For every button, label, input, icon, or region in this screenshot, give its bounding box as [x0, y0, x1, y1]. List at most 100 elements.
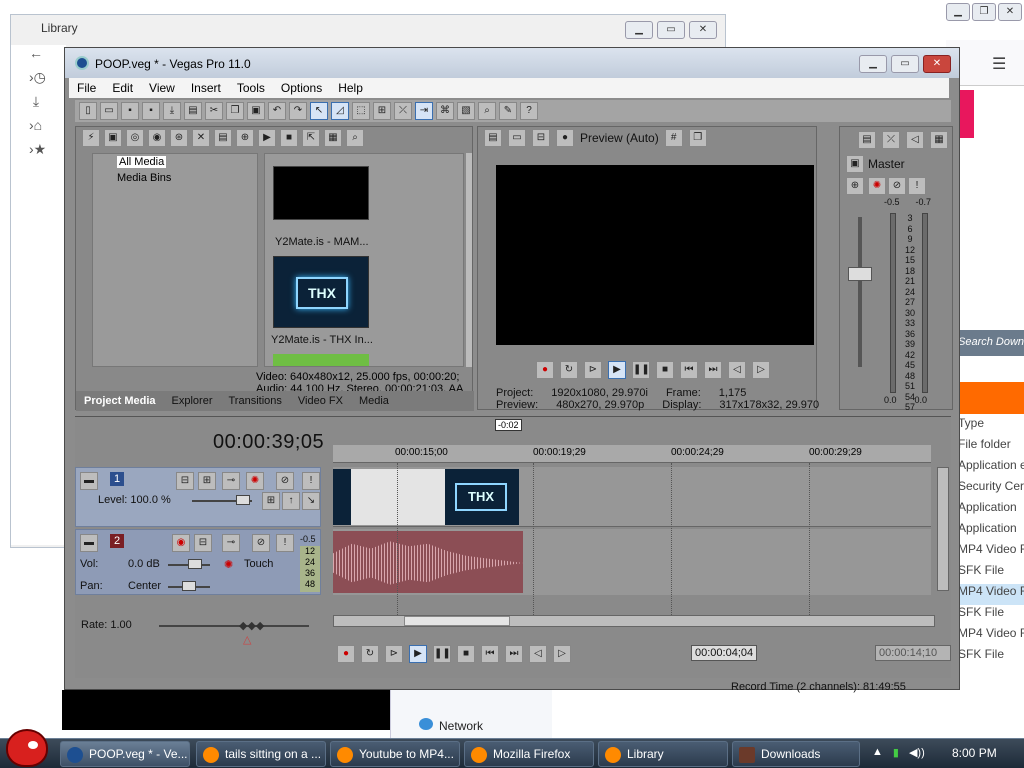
- compositing-mode-icon[interactable]: ⊸: [222, 472, 240, 490]
- menu-tools[interactable]: Tools: [229, 78, 273, 98]
- video-clip[interactable]: [351, 469, 445, 525]
- list-item[interactable]: SFK File: [956, 605, 1024, 626]
- video-clip[interactable]: [333, 469, 351, 525]
- rate-slider-handle[interactable]: ◆◆◆: [239, 619, 264, 632]
- menu-view[interactable]: View: [141, 78, 183, 98]
- list-item-selected[interactable]: MP4 Video Fi: [956, 584, 1024, 605]
- timeline-hscroll[interactable]: [333, 615, 935, 627]
- external-monitor-icon[interactable]: ▭: [508, 129, 526, 147]
- restore-button[interactable]: ❐: [972, 3, 996, 21]
- battery-icon[interactable]: ▮: [893, 746, 899, 759]
- stop-media-icon[interactable]: ■: [280, 129, 298, 147]
- video-track-lane[interactable]: THX: [333, 467, 931, 527]
- pause-icon[interactable]: ❚❚: [433, 645, 451, 663]
- close-button[interactable]: ✕: [689, 21, 717, 39]
- track-fx-icon[interactable]: ⊞: [198, 472, 216, 490]
- go-to-end-icon[interactable]: ⏭: [505, 645, 523, 663]
- close-button[interactable]: ✕: [998, 3, 1022, 21]
- make-compositing-child-icon[interactable]: ↘: [302, 492, 320, 510]
- stop-icon[interactable]: ■: [656, 361, 674, 379]
- automation-mode-dropdown[interactable]: Touch: [244, 558, 273, 570]
- tab-media-generators[interactable]: Media: [351, 391, 397, 411]
- mute-icon[interactable]: ⊘: [252, 534, 270, 552]
- mute-icon[interactable]: ⊘: [888, 177, 906, 195]
- list-item[interactable]: SFK File: [956, 563, 1024, 584]
- track-minimize-icon[interactable]: ▬: [80, 472, 98, 490]
- video-track-header[interactable]: ▬ 1 ⊟ ⊞ ⊸ ✺ ⊘ ! Level: 100.0 % ⊞ ↑ ↘: [75, 467, 321, 527]
- undo-icon[interactable]: ↶: [268, 102, 286, 120]
- views-icon[interactable]: ▦: [324, 129, 342, 147]
- tree-node-all-media[interactable]: All Media: [93, 154, 257, 170]
- lock-envelopes-icon[interactable]: ⌘: [436, 102, 454, 120]
- mixer-properties-icon[interactable]: ▤: [858, 131, 876, 149]
- downloads-icon[interactable]: ⤓: [11, 93, 66, 117]
- prev-frame-icon[interactable]: ◁: [529, 645, 547, 663]
- record-icon[interactable]: ●: [337, 645, 355, 663]
- arm-record-icon[interactable]: ✺: [868, 177, 886, 195]
- selection-length-field[interactable]: 00:00:14;10: [875, 645, 951, 661]
- play-from-start-icon[interactable]: ⊳: [584, 361, 602, 379]
- go-to-end-icon[interactable]: ⏭: [704, 361, 722, 379]
- maximize-button[interactable]: ▭: [657, 21, 685, 39]
- loop-icon[interactable]: ↻: [560, 361, 578, 379]
- mute-icon[interactable]: ⊘: [276, 472, 294, 490]
- back-arrow-icon[interactable]: ←: [11, 45, 66, 69]
- media-thumbnail[interactable]: [273, 354, 369, 366]
- timeline-ruler[interactable]: 00:00:15;00 00:00:19;29 00:00:24;29 00:0…: [333, 445, 931, 463]
- arm-record-icon[interactable]: ◉: [172, 534, 190, 552]
- menu-file[interactable]: File: [69, 78, 104, 98]
- pause-icon[interactable]: ❚❚: [632, 361, 650, 379]
- open-icon[interactable]: ▭: [100, 102, 118, 120]
- cut-icon[interactable]: ✂: [205, 102, 223, 120]
- parent-compositing-icon[interactable]: ⊞: [262, 492, 280, 510]
- auto-crossfade-icon[interactable]: ⤫: [394, 102, 412, 120]
- selection-tool-icon[interactable]: ⬚: [352, 102, 370, 120]
- master-fader-handle[interactable]: [848, 267, 872, 281]
- properties-icon[interactable]: ▤: [184, 102, 202, 120]
- tab-explorer[interactable]: Explorer: [164, 391, 221, 411]
- preview-quality-icon[interactable]: ●: [556, 129, 574, 147]
- list-item[interactable]: MP4 Video Fi: [956, 626, 1024, 647]
- copy-snapshot-icon[interactable]: ❐: [688, 129, 707, 147]
- list-item[interactable]: MP4 Video Fi: [956, 542, 1024, 563]
- search-downloads-input[interactable]: Search Downl: [956, 330, 1024, 356]
- tab-video-fx[interactable]: Video FX: [290, 391, 351, 411]
- network-label[interactable]: Network: [439, 719, 483, 733]
- maximize-button[interactable]: ▭: [891, 55, 919, 73]
- list-item[interactable]: Application: [956, 500, 1024, 521]
- history-icon[interactable]: ›◷: [11, 69, 66, 93]
- render-icon[interactable]: ⤓: [163, 102, 181, 120]
- save-as-icon[interactable]: ▪: [142, 102, 160, 120]
- get-media-icon[interactable]: ◎: [126, 129, 144, 147]
- taskbar-item-firefox-2[interactable]: Youtube to MP4...: [330, 741, 460, 767]
- go-to-start-icon[interactable]: ⏮: [680, 361, 698, 379]
- show-hidden-icons-icon[interactable]: ▲: [872, 746, 883, 759]
- master-fx-icon[interactable]: ⊕: [846, 177, 864, 195]
- overlays-icon[interactable]: #: [664, 129, 683, 147]
- taskbar-item-downloads[interactable]: Downloads: [732, 741, 860, 767]
- loop-icon[interactable]: ↻: [361, 645, 379, 663]
- whats-this-help-icon[interactable]: ?: [520, 102, 538, 120]
- play-icon[interactable]: ▶: [608, 361, 626, 379]
- redo-icon[interactable]: ↷: [289, 102, 307, 120]
- edit-tool-icon[interactable]: ✎: [499, 102, 517, 120]
- preview-properties-icon[interactable]: ▤: [484, 129, 502, 147]
- solo-icon[interactable]: !: [276, 534, 294, 552]
- save-icon[interactable]: ▪: [121, 102, 139, 120]
- make-compositing-parent-icon[interactable]: ↑: [282, 492, 300, 510]
- list-item[interactable]: SFK File: [956, 647, 1024, 668]
- capture-video-icon[interactable]: ▣: [104, 129, 122, 147]
- track-motion-icon[interactable]: ⊟: [176, 472, 194, 490]
- play-from-start-icon[interactable]: ⊳: [385, 645, 403, 663]
- taskbar-item-firefox-1[interactable]: tails sitting on a ...: [196, 741, 326, 767]
- clock[interactable]: 8:00 PM: [952, 746, 997, 760]
- next-frame-icon[interactable]: ▷: [553, 645, 571, 663]
- search-media-icon[interactable]: ⊛: [170, 129, 188, 147]
- auto-ripple-icon[interactable]: ⇥: [415, 102, 433, 120]
- menu-edit[interactable]: Edit: [104, 78, 141, 98]
- start-button-angry-bird-icon[interactable]: [6, 729, 48, 767]
- envelope-tool-icon[interactable]: ◿: [331, 102, 349, 120]
- go-to-start-icon[interactable]: ⏮: [481, 645, 499, 663]
- downmix-icon[interactable]: ⤫: [882, 131, 900, 149]
- dim-output-icon[interactable]: ◁: [906, 131, 924, 149]
